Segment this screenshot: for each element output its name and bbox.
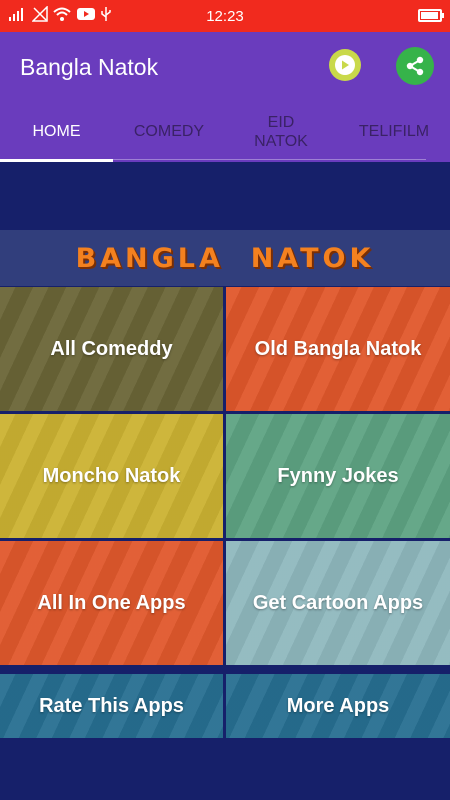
tile-more-apps[interactable]: More Apps	[226, 674, 450, 738]
tile-label: Moncho Natok	[42, 464, 181, 487]
title-banner: BANGLA NATOK	[0, 230, 450, 286]
share-button[interactable]	[396, 47, 434, 85]
tile-old-bangla-natok[interactable]: Old Bangla Natok	[226, 287, 450, 411]
tab-bar: HOME COMEDY EID NATOK TELIFILM	[0, 102, 450, 162]
active-tab-indicator	[0, 159, 113, 162]
tile-label: All Comeddy	[50, 337, 173, 360]
tile-moncho-natok[interactable]: Moncho Natok	[0, 414, 223, 538]
tile-label: Fynny Jokes	[277, 464, 399, 487]
banner-text: BANGLA NATOK	[75, 242, 375, 274]
tile-label: More Apps	[286, 694, 390, 717]
tab-divider	[113, 159, 426, 160]
play-circle-icon	[335, 55, 355, 75]
tile-label: Rate This Apps	[39, 694, 184, 717]
tile-label: All In One Apps	[37, 591, 186, 614]
tab-home[interactable]: HOME	[0, 102, 113, 162]
battery-icon	[418, 9, 444, 22]
share-icon	[406, 56, 424, 76]
tile-all-comeddy[interactable]: All Comeddy	[0, 287, 223, 411]
tile-label: Get Cartoon Apps	[252, 591, 424, 614]
tab-telifilm[interactable]: TELIFILM	[338, 102, 450, 162]
status-time: 12:23	[206, 8, 244, 25]
tile-get-cartoon-apps[interactable]: Get Cartoon Apps	[226, 541, 450, 665]
status-bar: 12:23	[0, 0, 450, 32]
battery-fill	[421, 12, 439, 19]
tile-rate-this-apps[interactable]: Rate This Apps	[0, 674, 223, 738]
tile-fynny-jokes[interactable]: Fynny Jokes	[226, 414, 450, 538]
tile-all-in-one-apps[interactable]: All In One Apps	[0, 541, 223, 665]
tab-eid-natok[interactable]: EID NATOK	[246, 102, 316, 162]
play-button[interactable]	[329, 49, 361, 81]
tile-label: Old Bangla Natok	[254, 337, 422, 360]
app-title: Bangla Natok	[20, 54, 159, 80]
tab-comedy[interactable]: COMEDY	[113, 102, 225, 162]
app-bar: Bangla Natok	[0, 32, 450, 102]
